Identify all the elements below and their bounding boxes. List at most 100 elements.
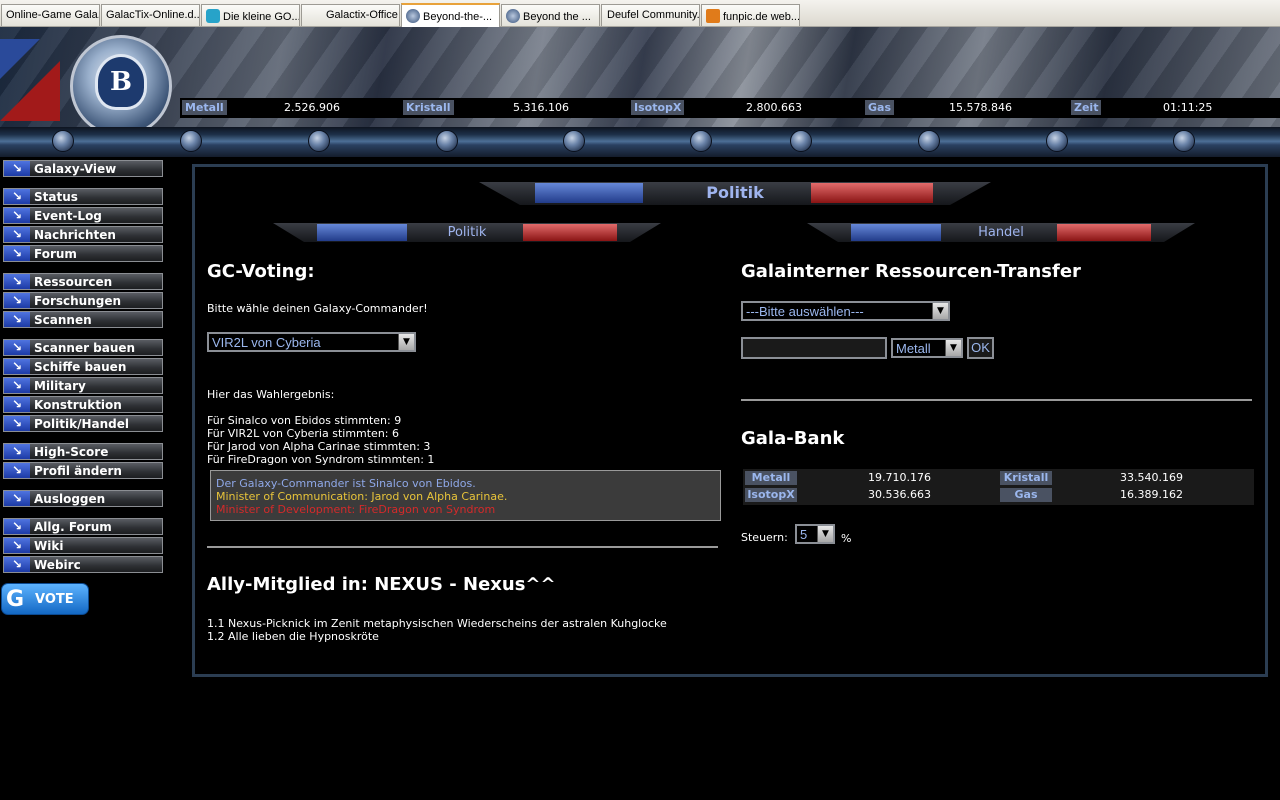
sidebar-item-label: Forum bbox=[34, 247, 77, 261]
sidebar-item-label: Politik/Handel bbox=[34, 417, 130, 431]
tab-politik-label: Politik bbox=[447, 225, 487, 240]
tab-label: Die kleine GO... bbox=[223, 11, 300, 23]
sidebar-item-label: Galaxy-View bbox=[34, 162, 117, 176]
sidebar-item-label: Ausloggen bbox=[34, 492, 106, 506]
arrow-icon: ↘ bbox=[4, 246, 30, 261]
sidebar-item-allg-forum[interactable]: ↘ Allg. Forum bbox=[3, 518, 163, 535]
sidebar-item-konstruktion[interactable]: ↘ Konstruktion bbox=[3, 396, 163, 413]
metall-value: 2.526.906 bbox=[284, 101, 340, 114]
header-red-wedge bbox=[0, 61, 60, 121]
sidebar-item-wiki[interactable]: ↘ Wiki bbox=[3, 537, 163, 554]
vote-logo-icon: G bbox=[6, 587, 25, 612]
arrow-icon: ↘ bbox=[4, 557, 30, 572]
sidebar-item-label: High-Score bbox=[34, 445, 109, 459]
transfer-resource-select[interactable]: Metall ▼ bbox=[891, 338, 963, 358]
arrow-icon: ↘ bbox=[4, 463, 30, 478]
tax-select[interactable]: 5 ▼ bbox=[795, 524, 835, 544]
sidebar-item-label: Ressourcen bbox=[34, 275, 113, 289]
sidebar-item-webirc[interactable]: ↘ Webirc bbox=[3, 556, 163, 573]
sidebar-item-politik-handel[interactable]: ↘ Politik/Handel bbox=[3, 415, 163, 432]
tab-politik[interactable]: Politik bbox=[273, 223, 661, 242]
resource-bar: Metall 2.526.906 Kristall 5.316.106 Isot… bbox=[180, 98, 1280, 118]
transfer-resource-value: Metall bbox=[896, 341, 931, 356]
result-line: Für VIR2L von Cyberia stimmten: 6 bbox=[207, 427, 400, 440]
browser-tab[interactable]: funpic.de web... bbox=[701, 4, 800, 26]
arrow-icon: ↘ bbox=[4, 293, 30, 308]
commander-select[interactable]: VIR2L von Cyberia ▼ bbox=[207, 332, 416, 352]
tax-unit: % bbox=[841, 532, 852, 545]
bank-table: Metall 19.710.176 Kristall 33.540.169 Is… bbox=[743, 469, 1254, 505]
isotopx-label: IsotopX bbox=[631, 100, 685, 115]
bolt-icon bbox=[563, 130, 585, 152]
kristall-value: 5.316.106 bbox=[513, 101, 569, 114]
sidebar-item-nachrichten[interactable]: ↘ Nachrichten bbox=[3, 226, 163, 243]
site-favicon-icon bbox=[406, 9, 420, 23]
bolt-icon bbox=[690, 130, 712, 152]
bank-kristall-value: 33.540.169 bbox=[1120, 471, 1183, 484]
arrow-icon: ↘ bbox=[4, 189, 30, 204]
bolt-icon bbox=[918, 130, 940, 152]
zeit-value: 01:11:25 bbox=[1163, 101, 1213, 114]
browser-tab[interactable]: Online-Game Gala... bbox=[1, 4, 100, 26]
title-bar: Politik bbox=[479, 182, 991, 205]
bolt-icon bbox=[52, 130, 74, 152]
sidebar-item-high-score[interactable]: ↘ High-Score bbox=[3, 443, 163, 460]
sidebar-item-galaxy-view[interactable]: ↘ Galaxy-View bbox=[3, 160, 163, 177]
sidebar-item-label: Event-Log bbox=[34, 209, 102, 223]
ally-heading: Ally-Mitglied in: NEXUS - Nexus^^ bbox=[207, 574, 556, 595]
site-favicon-icon bbox=[706, 9, 720, 23]
arrow-icon: ↘ bbox=[4, 538, 30, 553]
tab-handel[interactable]: Handel bbox=[807, 223, 1195, 242]
officials-box: Der Galaxy-Commander ist Sinalco von Ebi… bbox=[210, 470, 721, 521]
page-title: Politik bbox=[706, 183, 764, 202]
gas-value: 15.578.846 bbox=[949, 101, 1012, 114]
browser-tab[interactable]: Die kleine GO... bbox=[201, 4, 300, 26]
arrow-icon: ↘ bbox=[4, 397, 30, 412]
tab-label: GalacTix-Online.d... bbox=[106, 9, 200, 21]
bolt-icon bbox=[180, 130, 202, 152]
sidebar-item-forschungen[interactable]: ↘ Forschungen bbox=[3, 292, 163, 309]
sidebar-item-military[interactable]: ↘ Military bbox=[3, 377, 163, 394]
transfer-target-select[interactable]: ---Bitte auswählen--- ▼ bbox=[741, 301, 950, 321]
sidebar-item-profil-aendern[interactable]: ↘ Profil ändern bbox=[3, 462, 163, 479]
bank-metall-label: Metall bbox=[745, 471, 797, 485]
arrow-icon: ↘ bbox=[4, 274, 30, 289]
game-logo: B bbox=[70, 35, 172, 127]
chevron-down-icon: ▼ bbox=[945, 340, 961, 356]
tax-value: 5 bbox=[800, 527, 808, 542]
voting-prompt: Bitte wähle deinen Galaxy-Commander! bbox=[207, 302, 428, 315]
bank-kristall-label: Kristall bbox=[1000, 471, 1052, 485]
browser-tab[interactable]: Galactix-Office bbox=[301, 4, 400, 26]
transfer-amount-input[interactable] bbox=[741, 337, 887, 359]
game-header-banner: B Metall 2.526.906 Kristall 5.316.106 Is… bbox=[0, 27, 1280, 127]
browser-tab-bar: Online-Game Gala... GalacTix-Online.d...… bbox=[0, 0, 1280, 27]
development-minister-text: Minister of Development: FireDragon von … bbox=[216, 503, 496, 516]
arrow-icon: ↘ bbox=[4, 312, 30, 327]
gas-label: Gas bbox=[865, 100, 894, 115]
transfer-ok-button[interactable]: OK bbox=[967, 337, 994, 359]
browser-tab-active[interactable]: Beyond-the-... bbox=[401, 3, 500, 27]
tax-label: Steuern: bbox=[741, 531, 788, 544]
sidebar-item-scannen[interactable]: ↘ Scannen bbox=[3, 311, 163, 328]
result-line: Für Sinalco von Ebidos stimmten: 9 bbox=[207, 414, 402, 427]
sidebar-item-status[interactable]: ↘ Status bbox=[3, 188, 163, 205]
vote-button[interactable]: G VOTE bbox=[1, 583, 89, 615]
browser-tab[interactable]: GalacTix-Online.d... bbox=[101, 4, 200, 26]
sidebar-item-ressourcen[interactable]: ↘ Ressourcen bbox=[3, 273, 163, 290]
sidebar-item-schiffe-bauen[interactable]: ↘ Schiffe bauen bbox=[3, 358, 163, 375]
vote-label: VOTE bbox=[35, 592, 74, 607]
sidebar-item-event-log[interactable]: ↘ Event-Log bbox=[3, 207, 163, 224]
sidebar-item-scanner-bauen[interactable]: ↘ Scanner bauen bbox=[3, 339, 163, 356]
bolt-icon bbox=[436, 130, 458, 152]
sidebar-item-label: Forschungen bbox=[34, 294, 122, 308]
sidebar-item-label: Webirc bbox=[34, 558, 81, 572]
chevron-down-icon: ▼ bbox=[398, 334, 414, 350]
ally-line: 1.2 Alle lieben die Hypnoskröte bbox=[207, 630, 379, 643]
commander-select-value: VIR2L von Cyberia bbox=[212, 335, 321, 350]
sidebar-item-ausloggen[interactable]: ↘ Ausloggen bbox=[3, 490, 163, 507]
browser-tab[interactable]: Beyond the ... bbox=[501, 4, 600, 26]
browser-tab[interactable]: Deufel Community... bbox=[601, 4, 700, 26]
arrow-icon: ↘ bbox=[4, 340, 30, 355]
sidebar-item-label: Profil ändern bbox=[34, 464, 122, 478]
sidebar-item-forum[interactable]: ↘ Forum bbox=[3, 245, 163, 262]
